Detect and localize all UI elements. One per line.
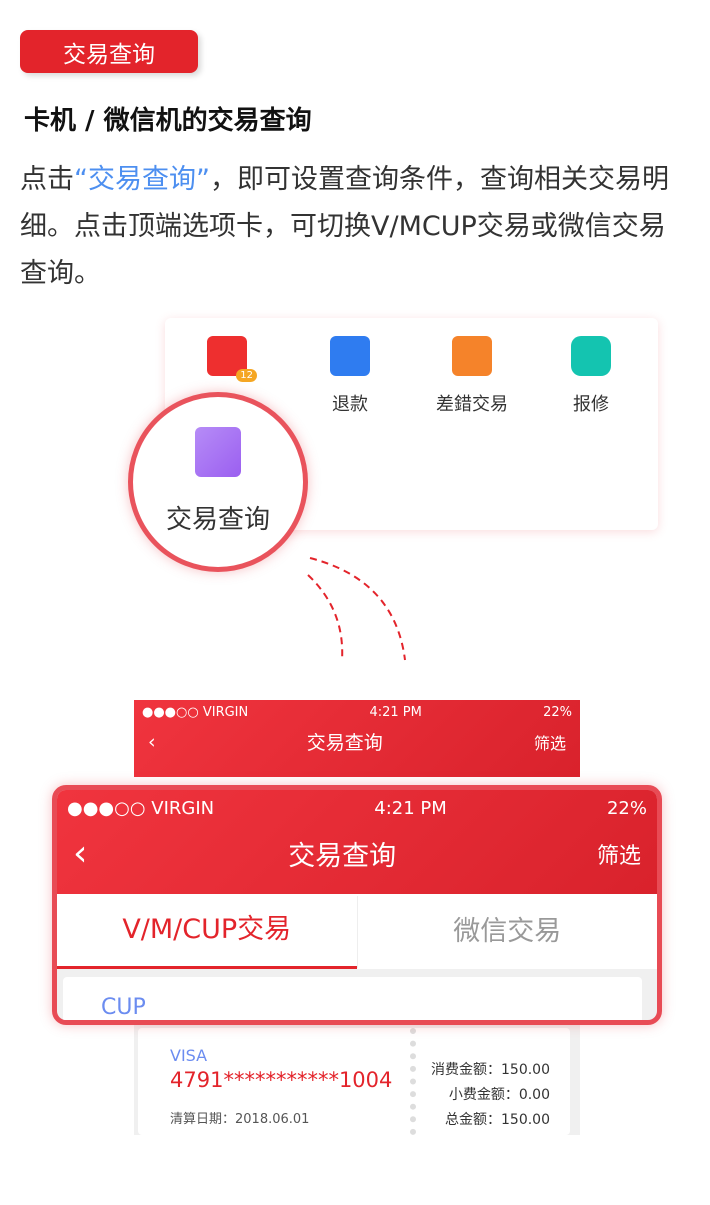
carrier: ●●●○○ VIRGIN [67,798,215,819]
title: 交易查询 [306,732,383,754]
menu-label: 差錯交易 [436,394,508,415]
phone-screen: ●●●○○ VIRGIN 4:21 PM 22% ‹ 交易查询 筛选 V/M/CUP交易… [52,785,662,1025]
menu-item-transaction-query[interactable]: 交易查询 [128,392,308,572]
back-button[interactable]: ‹ [148,731,156,753]
cup-record-card[interactable]: CUP [63,977,642,1020]
menu-item-error-transactions[interactable]: 差錯交易 [422,336,522,416]
divider [410,1028,416,1135]
tab-wechat[interactable]: 微信交易 [356,895,658,968]
back-button[interactable]: ‹ [73,833,87,874]
menu-label: 报修 [573,394,609,415]
card-type: CUP [101,995,146,1020]
dashed-connector [307,557,406,661]
menu-label: 退款 [332,394,368,415]
settlement-date: 清算日期：2018.06.01 [170,1112,310,1127]
filter-button[interactable]: 筛选 [597,838,641,870]
menu-item-orders[interactable]: 12 [177,336,277,390]
battery: 22% [606,798,647,819]
battery: 22% [543,705,572,720]
description: 点击“交易查询”，即可设置查询条件，查询相关交易明细。点击顶端选项卡，可切换V/… [20,156,690,297]
robot-repair-icon [571,336,611,376]
record-area: VISA 4791***********1004 清算日期：2018.06.01… [134,1025,580,1135]
count-badge: 12 [236,369,257,382]
highlight-label: 交易查询 [165,505,270,535]
document-error-icon [452,336,492,376]
time: 4:21 PM [369,705,422,720]
section-badge: 交易查询 [20,30,198,73]
title: 交易查询 [288,841,397,872]
calendar-refund-icon [330,336,370,376]
desc-pre: 点击 [20,164,74,195]
document-icon: 12 [207,336,257,382]
amount-spend: 消费金额：150.00 [431,1062,550,1078]
filter-button[interactable]: 筛选 [534,730,566,754]
menu-item-refund[interactable]: 退款 [300,336,400,416]
amount-total: 总金额：150.00 [445,1112,550,1128]
time: 4:21 PM [374,798,447,819]
card-type: VISA [170,1046,208,1065]
heading: 卡机 / 微信机的交易查询 [24,106,312,136]
record-card[interactable]: VISA 4791***********1004 清算日期：2018.06.01… [138,1028,570,1135]
card-number: 4791***********1004 [170,1068,393,1092]
tab-vm-cup[interactable]: V/M/CUP交易 [57,894,357,969]
back-phone-header: ●●●○○ VIRGIN 4:21 PM 22% ‹ 交易查询 筛选 [134,700,580,777]
desc-quote: “交易查询” [74,164,210,195]
document-search-icon [195,427,241,477]
amounts: 消费金额：150.00 小费金额：0.00 总金额：150.00 [431,1058,550,1133]
menu-item-repair[interactable]: 报修 [541,336,641,416]
carrier: ●●●○○ VIRGIN [142,705,249,720]
amount-tip: 小费金额：0.00 [448,1087,550,1103]
